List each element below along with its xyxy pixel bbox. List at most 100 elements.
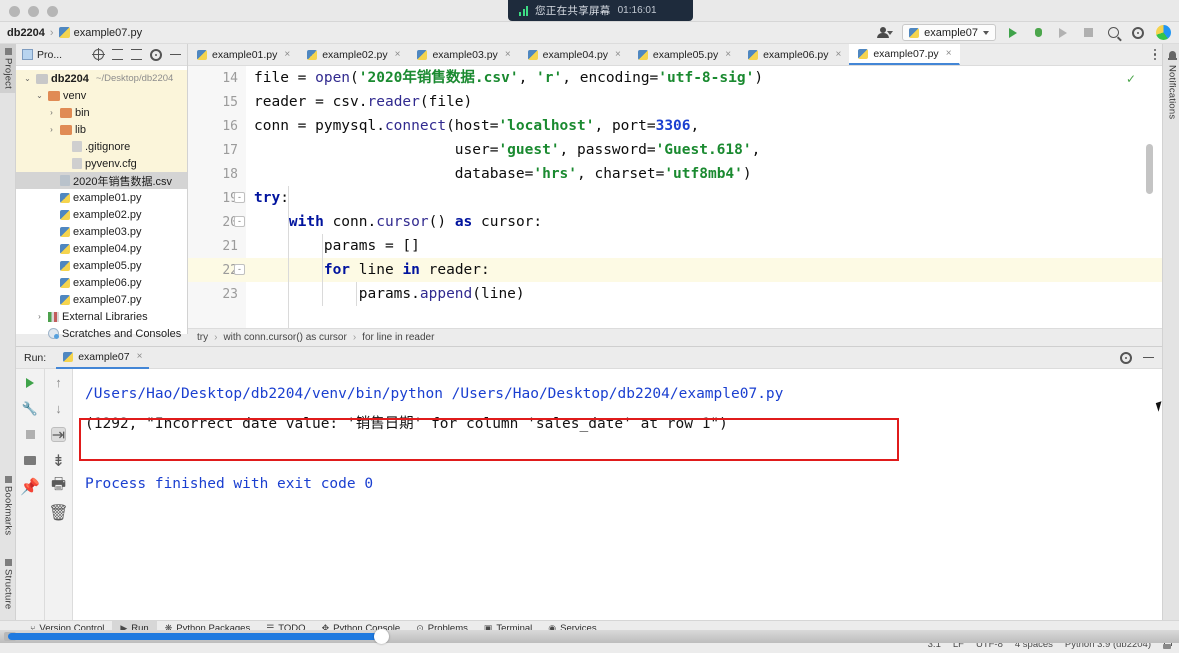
ide-logo-icon[interactable] (1155, 25, 1171, 41)
tree-item-example04-py[interactable]: example04.py (16, 240, 187, 257)
close-icon[interactable]: × (395, 49, 401, 60)
code-line[interactable]: reader = csv.reader(file) (246, 90, 1162, 114)
tree-item-db2204[interactable]: ⌄ db2204 ~/Desktop/db2204 (16, 70, 187, 87)
bottom-scroll-handle[interactable] (374, 629, 389, 644)
run-configuration-selector[interactable]: example07 (902, 24, 996, 41)
run-console-output[interactable]: /Users/Hao/Desktop/db2204/venv/bin/pytho… (73, 369, 1162, 623)
tree-item-scratches-and-consoles[interactable]: Scratches and Consoles (16, 325, 187, 342)
editor-code-area[interactable]: file = open('2020年销售数据.csv', 'r', encodi… (246, 66, 1162, 328)
code-line[interactable]: try: (246, 186, 1162, 210)
tree-item-pyvenv-cfg[interactable]: pyvenv.cfg (16, 155, 187, 172)
soft-wrap-icon[interactable]: ⇥ (51, 427, 66, 444)
pin-icon[interactable]: 📌 (20, 479, 40, 496)
code-editor[interactable]: 14 15 16 17 18 19-20-21 22-23 file = open('202… (188, 66, 1162, 328)
code-fold-toggle[interactable]: - (234, 216, 245, 227)
tab-example02-py[interactable]: example02.py × (298, 44, 408, 65)
sidebar-item-project[interactable]: Project (0, 44, 16, 93)
code-line[interactable]: params = [] (246, 234, 1162, 258)
stop-icon[interactable] (23, 427, 38, 442)
arrow-up-icon[interactable]: ↑ (51, 375, 66, 390)
code-line[interactable]: database='hrs', charset='utf8mb4') (246, 162, 1162, 186)
tree-item--gitignore[interactable]: .gitignore (16, 138, 187, 155)
editor-breadcrumb-item[interactable]: try (197, 332, 208, 343)
code-line[interactable]: for line in reader: (246, 258, 1162, 282)
code-fold-toggle[interactable]: - (234, 264, 245, 275)
tab-example05-py[interactable]: example05.py × (629, 44, 739, 65)
minimize-window-button[interactable] (28, 6, 39, 17)
close-icon[interactable]: × (946, 48, 952, 59)
code-line[interactable]: file = open('2020年销售数据.csv', 'r', encodi… (246, 66, 1162, 90)
kebab-menu-icon[interactable] (1153, 48, 1156, 61)
tree-item-example05-py[interactable]: example05.py (16, 257, 187, 274)
close-icon[interactable]: × (835, 49, 841, 60)
sidebar-item-bookmarks[interactable]: Bookmarks (0, 472, 16, 539)
rerun-icon[interactable] (23, 375, 38, 390)
tree-item-lib[interactable]: › lib (16, 121, 187, 138)
breadcrumb-project[interactable]: db2204 (7, 27, 45, 39)
settings-gear-icon[interactable] (1130, 25, 1146, 41)
code-line[interactable]: user='guest', password='Guest.618', (246, 138, 1162, 162)
tree-twisty-icon[interactable]: › (46, 108, 57, 117)
print-icon[interactable]: 🖶 (51, 476, 66, 494)
tree-twisty-icon[interactable]: › (46, 125, 57, 134)
stop-button[interactable] (1080, 25, 1096, 41)
run-settings-gear-icon[interactable] (1120, 351, 1132, 364)
run-tab-example07[interactable]: example07 × (56, 347, 150, 369)
minimize-icon[interactable] (170, 53, 181, 56)
maximize-window-button[interactable] (47, 6, 58, 17)
sidebar-item-notifications[interactable]: Notifications (1164, 46, 1179, 123)
tree-item-bin[interactable]: › bin (16, 104, 187, 121)
close-icon[interactable]: × (137, 351, 143, 362)
code-line[interactable]: conn = pymysql.connect(host='localhost',… (246, 114, 1162, 138)
select-opened-file-icon[interactable] (92, 48, 105, 61)
tree-item-2020-csv[interactable]: 2020年销售数据.csv (16, 172, 187, 189)
tab-example04-py[interactable]: example04.py × (519, 44, 629, 65)
tab-example06-py[interactable]: example06.py × (739, 44, 849, 65)
tree-item-example02-py[interactable]: example02.py (16, 206, 187, 223)
editor-scrollbar[interactable] (1146, 144, 1153, 194)
close-icon[interactable]: × (505, 49, 511, 60)
avatar-icon[interactable] (877, 25, 894, 41)
tree-item-example07-py[interactable]: example07.py (16, 291, 187, 308)
editor-breadcrumb-item[interactable]: with conn.cursor() as cursor (223, 332, 346, 343)
console-icon[interactable] (23, 453, 38, 468)
run-minimize-icon[interactable] (1143, 356, 1154, 359)
tab-example03-py[interactable]: example03.py × (408, 44, 518, 65)
window-controls[interactable] (9, 6, 58, 17)
tree-twisty-icon[interactable]: › (34, 312, 45, 321)
close-icon[interactable]: × (725, 49, 731, 60)
tree-item-venv[interactable]: ⌄ venv (16, 87, 187, 104)
collapse-all-icon[interactable] (112, 49, 123, 60)
close-icon[interactable]: × (615, 49, 621, 60)
run-button[interactable] (1005, 25, 1021, 41)
inspection-status-icon[interactable]: ✓ (1126, 72, 1136, 86)
code-line[interactable]: params.append(line) (246, 282, 1162, 306)
wrench-icon[interactable]: 🔧 (22, 401, 38, 416)
code-line[interactable]: with conn.cursor() as cursor: (246, 210, 1162, 234)
debug-button[interactable] (1030, 25, 1046, 41)
close-window-button[interactable] (9, 6, 20, 17)
code-fold-toggle[interactable]: - (234, 192, 245, 203)
arrow-down-icon[interactable]: ↓ (51, 401, 66, 416)
tree-item-external-libraries[interactable]: › External Libraries (16, 308, 187, 325)
tree-item-example06-py[interactable]: example06.py (16, 274, 187, 291)
tree-item-example03-py[interactable]: example03.py (16, 223, 187, 240)
breadcrumb-file[interactable]: example07.py (58, 27, 142, 39)
scroll-to-end-icon[interactable]: ⇟ (51, 453, 66, 470)
tab-overflow-actions[interactable] (1153, 44, 1163, 65)
tree-twisty-icon[interactable]: ⌄ (34, 91, 45, 100)
project-settings-gear-icon[interactable] (150, 48, 162, 61)
sidebar-item-structure[interactable]: Structure (0, 555, 16, 613)
search-icon[interactable] (1105, 25, 1121, 41)
tree-item-example01-py[interactable]: example01.py (16, 189, 187, 206)
tab-example01-py[interactable]: example01.py × (188, 44, 298, 65)
close-icon[interactable]: × (284, 49, 290, 60)
editor-breadcrumb-item[interactable]: for line in reader (362, 332, 434, 343)
trash-icon[interactable]: 🗑 (48, 505, 68, 522)
tree-twisty-icon[interactable]: ⌄ (22, 74, 33, 83)
bottom-scroll-progress[interactable] (8, 633, 378, 640)
screen-share-indicator[interactable]: 您正在共享屏幕 01:16:01 (508, 0, 693, 21)
expand-all-icon[interactable] (131, 49, 142, 60)
run-with-coverage-button[interactable] (1055, 25, 1071, 41)
project-panel-title[interactable]: Pro... (22, 49, 62, 61)
